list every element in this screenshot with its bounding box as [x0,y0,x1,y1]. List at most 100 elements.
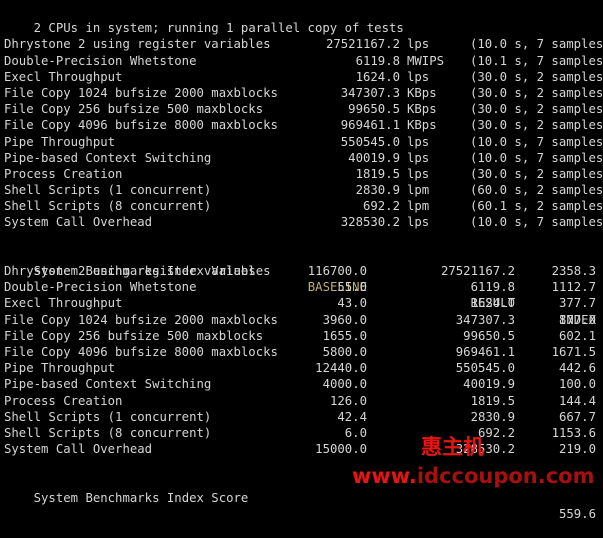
benchmark-run-results: Dhrystone 2 using register variables 2752… [0,36,603,230]
cpu-info-text: 2 CPUs in system; running 1 parallel cop… [33,21,404,36]
benchmark-samples: (30.0 s, 2 samples) [470,118,603,133]
index-row-result: 692.2 [477,425,515,440]
index-row-result: 2830.9 [470,409,515,424]
index-row-name: Execl Throughput [4,296,123,311]
benchmark-unit: KBps [407,102,437,117]
index-table-row: Process Creation 126.0 1819.5 144.4 [0,393,603,409]
benchmark-result-row: System Call Overhead 328530.2 lps (10.0 s, … [0,214,603,230]
index-row-baseline: 116700.0 [307,264,367,278]
benchmark-value: 328530.2 [340,215,400,230]
index-row-result: 550545.0 [455,361,515,376]
index-table-row: System Call Overhead 15000.0 328530.2 219.0 [0,441,603,457]
index-row-index: 877.0 [558,312,596,327]
benchmark-value: 2830.9 [355,183,400,198]
benchmark-value: 1624.0 [355,69,400,84]
benchmark-unit: lpm [407,183,430,198]
benchmark-result-row: File Copy 4096 bufsize 8000 maxblocks 969… [0,117,603,133]
index-row-result: 347307.3 [455,312,515,327]
benchmark-result-row: Pipe-based Context Switching 40019.9 lps (1… [0,150,603,166]
index-row-index: 2358.3 [551,264,596,278]
cpu-info-line: 2 CPUs in system; running 1 parallel cop… [0,4,603,35]
index-table-row: File Copy 4096 bufsize 8000 maxblocks 580… [0,344,603,360]
index-row-baseline: 15000.0 [315,442,367,457]
benchmark-samples: (10.0 s, 7 samples) [470,215,603,230]
index-row-result: 1819.5 [470,393,515,408]
terminal-window: 2 CPUs in system; running 1 parallel cop… [0,0,603,521]
benchmark-result-row: Execl Throughput 1624.0 lps (30.0 s, 2 samp… [0,69,603,85]
benchmark-result-row: Dhrystone 2 using register variables 2752… [0,36,603,52]
index-table-row: Shell Scripts (8 concurrent) 6.0 692.2 1153… [0,425,603,441]
benchmark-value: 27521167.2 [325,37,400,52]
benchmark-value: 99650.5 [348,102,400,117]
index-row-baseline: 55.0 [337,280,367,295]
benchmark-samples: (30.0 s, 2 samples) [470,69,603,84]
index-row-result: 1624.0 [470,296,515,311]
benchmark-value: 347307.3 [340,85,400,100]
index-row-name: Shell Scripts (1 concurrent) [4,409,212,424]
benchmark-name: System Call Overhead [4,215,153,230]
benchmark-samples: (60.0 s, 2 samples) [470,183,603,198]
index-row-index: 1112.7 [551,280,596,295]
index-table-row: File Copy 256 bufsize 500 maxblocks 1655.… [0,328,603,344]
benchmark-unit: lps [407,215,430,230]
index-row-baseline: 126.0 [329,393,367,408]
index-score-value: 559.6 [558,506,596,521]
benchmark-samples: (10.0 s, 7 samples) [470,150,603,165]
benchmark-result-row: File Copy 1024 bufsize 2000 maxblocks 347… [0,85,603,101]
benchmark-unit: lps [407,37,430,52]
index-table-row: Dhrystone 2 using register variables 1167… [0,263,603,279]
benchmark-unit: lps [407,69,430,84]
index-row-result: 328530.2 [455,442,515,457]
index-row-name: System Call Overhead [4,442,153,457]
benchmark-unit: KBps [407,85,437,100]
benchmark-name: Shell Scripts (1 concurrent) [4,183,212,198]
index-row-baseline: 1655.0 [322,328,367,343]
benchmark-samples: (10.0 s, 7 samples) [470,134,603,149]
benchmark-samples: (10.1 s, 7 samples) [470,53,603,68]
index-row-result: 27521167.2 [440,264,515,278]
index-table-body: Dhrystone 2 using register variables 1167… [0,263,603,457]
benchmark-unit: lpm [407,199,430,214]
index-table-row: Shell Scripts (1 concurrent) 42.4 2830.9 66… [0,409,603,425]
index-score-row: System Benchmarks Index Score 559.6 [0,473,603,521]
benchmark-samples: (60.1 s, 2 samples) [470,199,603,214]
index-row-name: Process Creation [4,393,123,408]
index-row-name: Pipe-based Context Switching [4,377,212,392]
benchmark-unit: lps [407,150,430,165]
index-table-row: Double-Precision Whetstone 55.0 6119.8 1112… [0,279,603,295]
benchmark-value: 1819.5 [355,166,400,181]
benchmark-name: Pipe-based Context Switching [4,150,212,165]
index-row-index: 100.0 [558,377,596,392]
index-row-index: 602.1 [558,328,596,343]
index-row-result: 99650.5 [463,328,515,343]
benchmark-result-row: Double-Precision Whetstone 6119.8 MWIPS (10… [0,53,603,69]
index-row-baseline: 3960.0 [322,312,367,327]
benchmark-value: 550545.0 [340,134,400,149]
benchmark-samples: (30.0 s, 2 samples) [470,85,603,100]
benchmark-unit: KBps [407,118,437,133]
benchmark-name: Execl Throughput [4,69,123,84]
benchmark-samples: (30.0 s, 2 samples) [470,102,603,117]
index-row-index: 667.7 [558,409,596,424]
index-row-name: Shell Scripts (8 concurrent) [4,425,212,440]
index-table-row: Execl Throughput 43.0 1624.0 377.7 [0,295,603,311]
benchmark-result-row: Pipe Throughput 550545.0 lps (10.0 s, 7 sam… [0,134,603,150]
index-score-label: System Benchmarks Index Score [33,490,249,505]
index-table-row: File Copy 1024 bufsize 2000 maxblocks 396… [0,312,603,328]
benchmark-result-row: Shell Scripts (1 concurrent) 2830.9 lpm (60… [0,182,603,198]
index-table-header-row: System Benchmarks Index Values BASELINE … [0,247,603,327]
index-row-index: 219.0 [558,442,596,457]
index-row-baseline: 5800.0 [322,344,367,359]
index-row-baseline: 6.0 [344,425,367,440]
index-row-baseline: 4000.0 [322,377,367,392]
benchmark-unit: lps [407,134,430,149]
index-row-result: 40019.9 [463,377,515,392]
index-row-name: Pipe Throughput [4,361,116,376]
index-table-row: Pipe-based Context Switching 4000.0 40019.… [0,376,603,392]
benchmark-unit: lps [407,166,430,181]
benchmark-samples: (10.0 s, 7 samples) [470,37,603,52]
index-row-baseline: 12440.0 [315,361,367,376]
benchmark-name: Double-Precision Whetstone [4,53,197,68]
